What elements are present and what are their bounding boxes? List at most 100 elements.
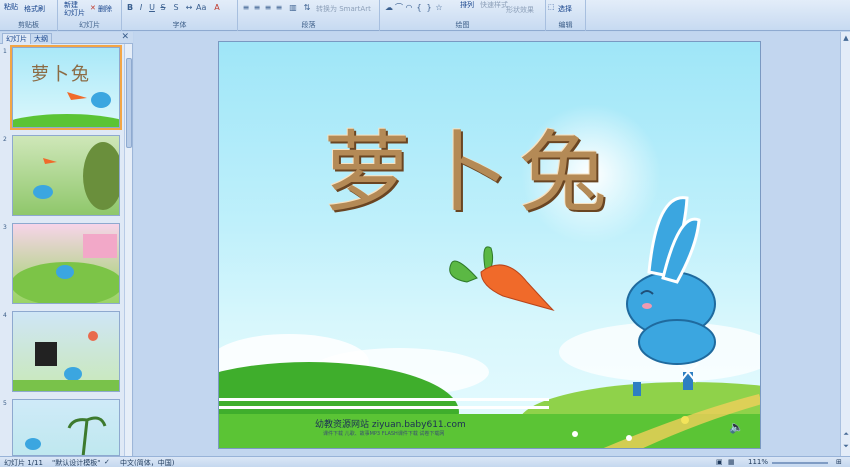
flower [626,435,632,441]
thumb-rabbit [25,438,41,450]
zoom-level[interactable]: 111% [748,458,768,466]
slide-canvas[interactable]: 萝卜兔 幼教资源网站 ziyuan.baby611.com 课件下载 儿歌、故事… [218,41,761,449]
shape-cloud-icon[interactable]: ☁ [384,3,394,13]
carrot [449,246,555,311]
slide-number: 3 [3,224,7,231]
thumb-rabbit [33,185,53,199]
justify-icon[interactable]: ≡ [274,3,284,13]
arrange-button[interactable]: 排列 [460,0,474,10]
slide-title[interactable]: 萝卜兔 [323,102,617,229]
slide-footer: 幼教资源网站 ziyuan.baby611.com [315,420,466,430]
fit-window-icon[interactable]: ⊞ [836,458,842,466]
font-group: B I U S S ↔ Aa A 字体 [122,0,238,31]
paragraph-group: ≡ ≡ ≡ ≡ ▥ ⇅ 转换为 SmartArt 段落 [238,0,380,31]
slide-thumbnail-2[interactable] [12,135,120,216]
slides-pane: 幻灯片 大纲 ✕ 1 萝卜兔 2 3 4 5 [0,32,133,456]
thumb-rabbit [91,92,111,108]
slide-thumbnail-3[interactable] [12,223,120,304]
zoom-slider[interactable] [772,462,828,464]
font-group-label: 字体 [172,21,187,29]
slide-thumbnail-1[interactable]: 萝卜兔 [10,45,122,130]
select-button[interactable]: 选择 [558,4,572,14]
quick-styles-button[interactable]: 快速样式 [480,0,508,10]
slide-thumbnail-5[interactable] [12,399,120,456]
thumb-house [83,234,117,258]
slide-counter: 幻灯片 1/11 [4,459,43,467]
pane-scrollbar[interactable] [124,44,132,456]
spellcheck-icon[interactable]: ✓ [104,458,110,466]
bold-icon[interactable]: B [125,3,135,13]
thumb-3-art [13,234,119,303]
thumb-tree [83,142,119,210]
speaker-icon[interactable]: 🔈 [729,420,744,434]
new-slide-button[interactable]: 新建 幻灯片 [64,1,86,17]
ribbon: 粘贴 格式刷 剪贴板 新建 幻灯片 ✕ 删除 幻灯片 B I U S S ↔ A… [0,0,850,31]
thumb-2-art [33,142,119,210]
thumb-balloon [88,331,98,341]
paragraph-group-label: 段落 [301,21,316,29]
slide-number: 2 [3,136,7,143]
strikethrough-icon[interactable]: S [158,3,168,13]
status-bar: 幻灯片 1/11 "默认设计模板" ✓ 中文(简体，中国) ▣ ▦ 111% ⊞ [0,456,850,467]
thumb-carrot [43,158,57,164]
pane-tabs: 幻灯片 大纲 ✕ [0,32,133,44]
normal-view-icon[interactable]: ▣ [716,458,723,466]
shape-effects-button[interactable]: 形状效果 [506,5,534,15]
editor-scrollbar[interactable]: ▲ ⏶ ⏷ [840,32,850,456]
paste-button[interactable]: 粘贴 [4,2,18,12]
thumb-4-art [13,331,119,391]
thumb-building [35,342,57,366]
slide-number: 1 [3,48,7,55]
delete-button[interactable]: 删除 [98,4,112,14]
scroll-up-icon[interactable]: ▲ [841,34,850,42]
align-center-icon[interactable]: ≡ [252,3,262,13]
thumb-1-art [13,92,119,127]
text-direction-icon[interactable]: ⇅ [302,3,312,13]
editing-group: ⬚ 选择 编辑 [546,0,586,31]
char-spacing-icon[interactable]: ↔ [184,3,194,13]
delete-icon[interactable]: ✕ [90,4,96,12]
editing-group-label: 编辑 [558,21,573,29]
convert-smartart-button[interactable]: 转换为 SmartArt [316,4,371,14]
theme-name: "默认设计模板" [52,459,101,467]
shape-curve-icon[interactable]: ⌒ [394,3,404,13]
format-painter-button[interactable]: 格式刷 [24,4,45,14]
prev-slide-icon[interactable]: ⏶ [841,430,850,439]
sorter-view-icon[interactable]: ▦ [728,458,735,466]
thumb-palm [67,416,107,455]
thumb-carrot [67,92,87,100]
drawing-group: ☁ ⌒ ◠ { } ☆ 排列 快速样式 形状效果 绘图 [380,0,546,31]
slide-number: 5 [3,400,7,407]
flower [681,416,689,424]
clipboard-group-label: 剪贴板 [18,21,39,29]
underline-icon[interactable]: U [147,3,157,13]
align-left-icon[interactable]: ≡ [241,3,251,13]
next-slide-icon[interactable]: ⏷ [841,442,850,451]
slide-number: 4 [3,312,7,319]
columns-icon[interactable]: ▥ [288,3,298,13]
flower [572,431,578,437]
pane-scroll-thumb[interactable] [126,58,132,148]
tab-slides[interactable]: 幻灯片 [2,33,31,44]
shape-brace-left-icon[interactable]: { [414,3,424,13]
align-right-icon[interactable]: ≡ [263,3,273,13]
shape-star-icon[interactable]: ☆ [434,3,444,13]
thumb-rabbit [64,367,82,381]
shadow-icon[interactable]: S [171,3,181,13]
shape-arc-icon[interactable]: ◠ [404,3,414,13]
thumb-grass [13,114,119,127]
italic-icon[interactable]: I [136,3,146,13]
thumb-ground [13,380,119,391]
change-case-icon[interactable]: Aa [196,3,206,13]
language[interactable]: 中文(简体，中国) [120,458,174,467]
slide-thumbnail-4[interactable] [12,311,120,392]
select-icon[interactable]: ⬚ [548,3,555,11]
tab-outline[interactable]: 大纲 [30,33,52,44]
font-color-icon[interactable]: A [212,3,222,13]
windmill [633,382,641,396]
shape-brace-right-icon[interactable]: } [424,3,434,13]
slides-group-label: 幻灯片 [79,21,100,29]
thumb-rabbit [56,265,74,279]
close-pane-icon[interactable]: ✕ [121,32,129,42]
clipboard-group: 粘贴 格式刷 剪贴板 [0,0,58,31]
